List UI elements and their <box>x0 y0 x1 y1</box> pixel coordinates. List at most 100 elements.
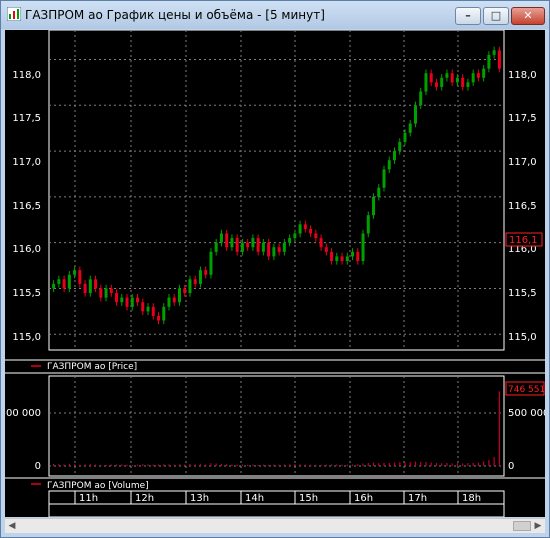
price-tick-label: 117,5 <box>508 113 537 124</box>
price-tick-label: 118,0 <box>508 70 537 81</box>
candle-body <box>282 242 286 252</box>
candle-body <box>162 306 166 321</box>
candle-body <box>141 302 145 312</box>
candle-body <box>146 306 150 312</box>
candle-body <box>398 141 402 152</box>
candle-body <box>319 238 323 248</box>
candle-body <box>372 196 376 216</box>
candles <box>52 46 501 325</box>
volume-tick-label: 500 000 <box>5 408 41 419</box>
minimize-button[interactable]: – <box>455 7 481 25</box>
maximize-icon: □ <box>490 9 502 22</box>
candle-body <box>73 270 77 275</box>
price-tick-label: 115,0 <box>508 332 537 343</box>
candle-body <box>497 50 501 69</box>
candle-body <box>125 297 129 307</box>
price-axis-left: 118,0 117,5 117,0 116,5 116,0 115,5 115,… <box>12 70 41 343</box>
candle-body <box>62 279 66 289</box>
candle-body <box>434 82 438 87</box>
time-label: 11h <box>79 493 98 504</box>
candle-body <box>424 73 428 92</box>
price-volume-chart[interactable]: 118,0 117,5 117,0 116,5 116,0 115,5 115,… <box>0 29 549 518</box>
last-price-badge: 116,1 <box>505 232 543 247</box>
volume-tick-label: 0 <box>35 461 41 472</box>
price-tick-label: 116,0 <box>12 244 41 255</box>
candle-body <box>204 270 208 275</box>
horizontal-scrollbar[interactable]: ◀ ▶ <box>5 518 545 533</box>
candle-body <box>340 256 344 261</box>
candle-body <box>157 315 161 321</box>
candle-body <box>492 50 496 55</box>
candle-body <box>246 242 250 248</box>
candle-body <box>83 283 87 294</box>
candle-body <box>183 288 187 294</box>
maximize-button[interactable]: □ <box>483 7 509 25</box>
candle-body <box>177 288 181 303</box>
candle-body <box>209 251 213 275</box>
candle-body <box>272 247 276 257</box>
candle-body <box>392 151 396 161</box>
candle-body <box>104 288 108 298</box>
chart-area[interactable]: 118,0 117,5 117,0 116,5 116,0 115,5 115,… <box>0 29 549 518</box>
chart-app-icon <box>7 7 21 21</box>
candle-body <box>309 228 313 234</box>
candle-body <box>356 251 360 261</box>
candle-body <box>256 238 260 252</box>
candle-body <box>487 54 491 69</box>
volume-grid <box>49 376 504 476</box>
candle-body <box>413 105 417 124</box>
price-tick-label: 115,5 <box>508 288 537 299</box>
price-tick-label: 118,0 <box>12 70 41 81</box>
close-button[interactable]: ✕ <box>511 7 545 25</box>
candle-body <box>440 77 444 87</box>
candle-body <box>476 73 480 78</box>
price-tick-label: 115,0 <box>12 332 41 343</box>
candle-body <box>172 297 176 303</box>
candle-body <box>267 242 271 257</box>
time-label: 14h <box>245 493 264 504</box>
scroll-thumb[interactable] <box>513 521 531 531</box>
candle-body <box>335 256 339 261</box>
minimize-icon: – <box>465 9 471 22</box>
candle-body <box>193 279 197 284</box>
volume-plot-frame <box>48 375 505 477</box>
scroll-right-icon[interactable]: ▶ <box>533 521 543 531</box>
candle-body <box>214 242 218 252</box>
candle-body <box>351 251 355 257</box>
price-tick-label: 116,5 <box>12 201 41 212</box>
candle-body <box>78 270 82 284</box>
time-label: 15h <box>299 493 318 504</box>
time-label: 13h <box>190 493 209 504</box>
title-bar[interactable]: ГАЗПРОМ ао График цены и объёма - [5 мин… <box>1 1 549 29</box>
price-tick-label: 117,0 <box>508 157 537 168</box>
candle-body <box>403 132 407 142</box>
candle-body <box>88 279 92 294</box>
candle-body <box>382 169 386 188</box>
candle-body <box>429 73 433 83</box>
candle-body <box>167 297 171 307</box>
chart-window: ГАЗПРОМ ао График цены и объёма - [5 мин… <box>0 0 550 538</box>
candle-body <box>261 242 265 252</box>
candle-body <box>251 238 255 248</box>
candle-body <box>466 82 470 87</box>
candle-body <box>240 242 244 252</box>
price-tick-label: 115,5 <box>12 288 41 299</box>
candle-body <box>52 283 56 289</box>
window-title: ГАЗПРОМ ао График цены и объёма - [5 мин… <box>25 8 325 22</box>
candle-body <box>67 274 71 289</box>
candle-body <box>57 279 61 284</box>
candle-body <box>461 77 465 87</box>
price-axis-right: 118,0 117,5 117,0 116,5 116,0 115,5 115,… <box>508 70 537 343</box>
candle-body <box>419 91 423 106</box>
candle-body <box>387 160 391 170</box>
candle-body <box>94 279 98 289</box>
scroll-left-icon[interactable]: ◀ <box>7 521 17 531</box>
last-price-label: 116,1 <box>509 235 538 246</box>
price-tick-label: 116,5 <box>508 201 537 212</box>
volume-bars <box>53 391 500 466</box>
candle-body <box>330 251 334 261</box>
last-volume-badge: 746 551 <box>505 381 545 396</box>
time-label: 12h <box>135 493 154 504</box>
candle-body <box>115 293 119 303</box>
time-label: 18h <box>462 493 481 504</box>
